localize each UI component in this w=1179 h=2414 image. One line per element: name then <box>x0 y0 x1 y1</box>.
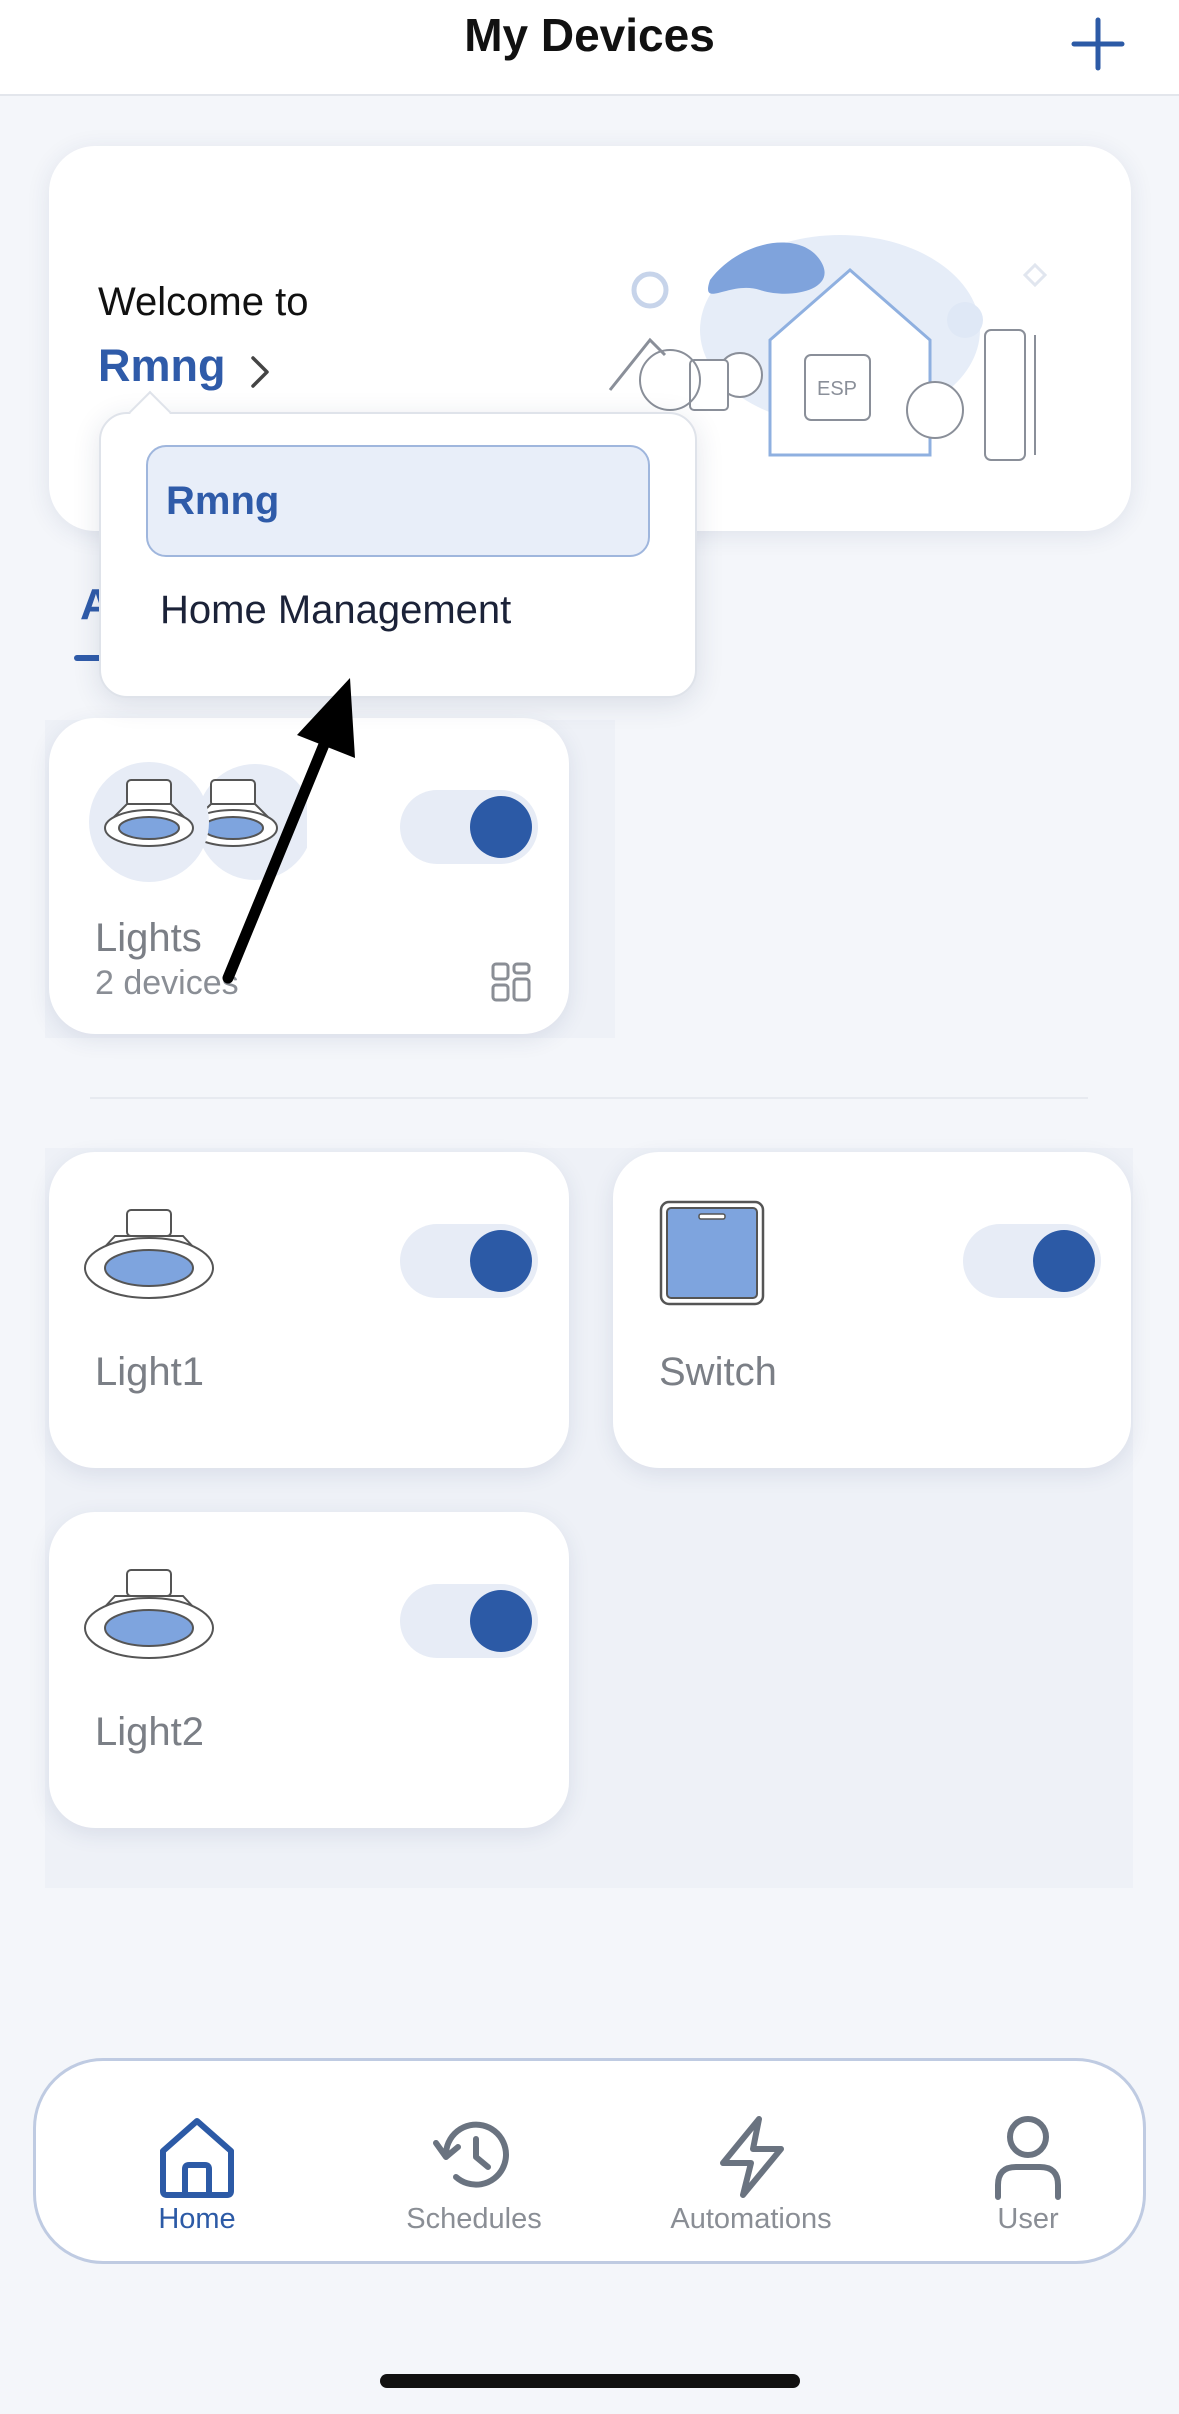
annotation-arrow <box>222 678 355 984</box>
nav-automations[interactable]: Automations <box>626 2061 876 2267</box>
home-icon <box>160 2118 234 2198</box>
device-card-light1[interactable]: Light1 <box>49 1152 569 1468</box>
nav-schedules[interactable]: Schedules <box>349 2061 599 2267</box>
dropdown-item-home-management[interactable]: Home Management <box>160 588 511 633</box>
welcome-text: Welcome to <box>98 280 309 324</box>
user-icon <box>995 2116 1061 2200</box>
section-divider <box>90 1097 1088 1099</box>
light1-power-toggle[interactable] <box>400 1224 538 1298</box>
device-card-switch[interactable]: Switch <box>613 1152 1131 1468</box>
svg-text:ESP: ESP <box>817 378 857 400</box>
add-device-button[interactable] <box>1062 6 1134 78</box>
switch-icon <box>659 1200 765 1306</box>
nav-user[interactable]: User <box>903 2061 1153 2267</box>
nav-home-label: Home <box>158 2203 236 2235</box>
nav-automations-label: Automations <box>670 2203 832 2235</box>
group-power-toggle[interactable] <box>400 790 538 864</box>
plus-icon <box>1071 17 1125 71</box>
device-label: Light2 <box>95 1710 204 1754</box>
page-title: My Devices <box>464 9 715 61</box>
home-selector[interactable]: Rmng <box>98 340 269 402</box>
light2-power-toggle[interactable] <box>400 1584 538 1658</box>
history-icon <box>433 2121 509 2188</box>
home-indicator <box>380 2374 800 2388</box>
toggle-knob <box>470 1590 532 1652</box>
downlight-icon <box>79 1568 219 1664</box>
nav-schedules-label: Schedules <box>406 2203 542 2235</box>
home-name: Rmng <box>98 340 226 391</box>
nav-user-label: User <box>997 2203 1059 2235</box>
switch-power-toggle[interactable] <box>963 1224 1101 1298</box>
dropdown-item-rmng[interactable]: Rmng <box>146 445 650 557</box>
grid-icon[interactable] <box>491 962 531 1002</box>
toggle-knob <box>470 796 532 858</box>
chevron-right-icon <box>251 356 269 388</box>
bottom-navigation: Home Schedules Automations User <box>33 2058 1146 2264</box>
nav-home[interactable]: Home <box>72 2061 322 2267</box>
device-label: Light1 <box>95 1350 204 1394</box>
toggle-knob <box>470 1230 532 1292</box>
downlight-icon <box>79 1208 219 1304</box>
device-label: Switch <box>659 1350 777 1394</box>
device-card-light2[interactable]: Light2 <box>49 1512 569 1828</box>
toggle-knob <box>1033 1230 1095 1292</box>
group-label: Lights <box>95 916 202 960</box>
bolt-icon <box>720 2116 784 2198</box>
